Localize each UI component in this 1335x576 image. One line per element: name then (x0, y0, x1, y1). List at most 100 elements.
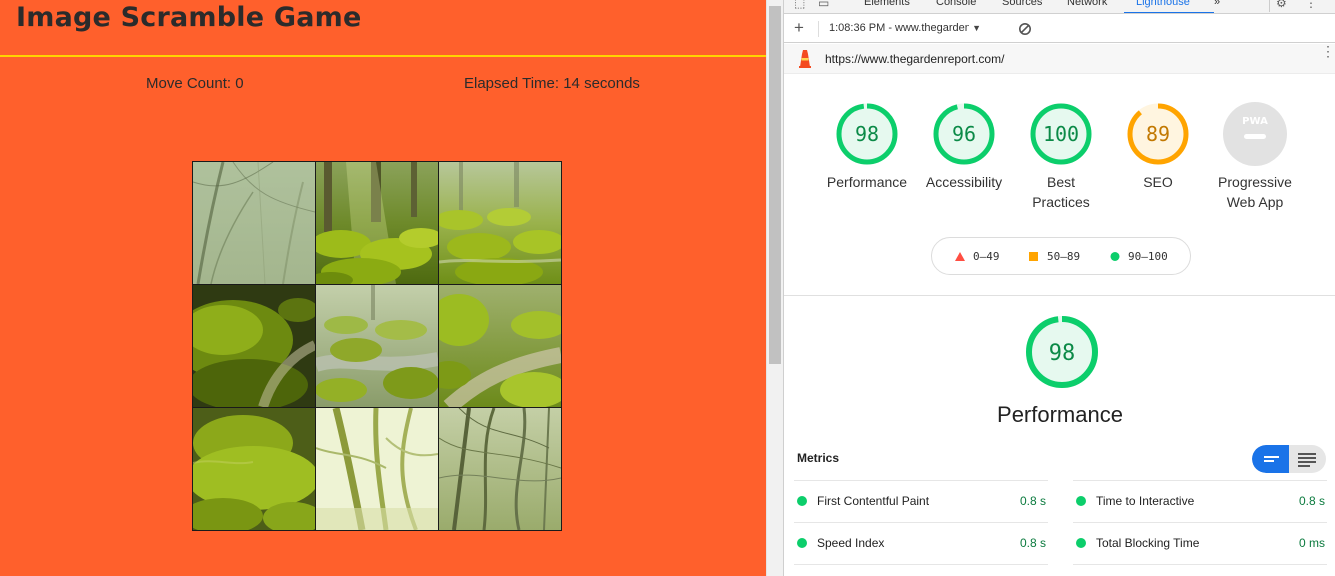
puzzle-tile-3[interactable] (439, 162, 561, 284)
category-gauge-pwa[interactable]: PWA Progressive Web App (1207, 101, 1303, 212)
puzzle-tile-9[interactable] (439, 408, 561, 530)
square-icon (1029, 252, 1038, 261)
game-page: Image Scramble Game Move Count: 0 Elapse… (0, 0, 766, 576)
add-report-icon[interactable]: + (794, 18, 804, 38)
move-count: Move Count: 0 (146, 75, 244, 92)
metric-speed-index: Speed Index 0.8 s (794, 522, 1048, 564)
expanded-view-button[interactable] (1289, 445, 1326, 473)
puzzle-tile-4[interactable] (193, 285, 315, 407)
puzzle-tile-2[interactable] (316, 162, 438, 284)
lighthouse-logo-icon (799, 50, 811, 68)
devtools-panel: ⬚ ▭ Elements Console Sources Network Lig… (783, 0, 1335, 576)
gauge-label: Best Practices (1013, 172, 1109, 212)
elapsed-time: Elapsed Time: 14 seconds (464, 75, 640, 92)
metric-value: 0.8 s (1298, 494, 1325, 508)
report-select[interactable]: 1:08:36 PM - www.thegardenre ▼ (829, 22, 989, 34)
metric-total-blocking-time: Total Blocking Time 0 ms (1073, 522, 1327, 564)
inspect-element-icon[interactable]: ⬚ (794, 0, 805, 10)
legend-range: 90–100 (1128, 250, 1168, 263)
report-menu-icon[interactable]: ⋮ (1321, 44, 1335, 58)
gauge-score: 96 (952, 122, 976, 146)
gauge-label-text: Progressive Web App (1218, 174, 1292, 210)
performance-score: 98 (1049, 341, 1076, 366)
category-gauge-accessibility[interactable]: 96 Accessibility (916, 101, 1012, 192)
tab-lighthouse[interactable]: Lighthouse (1136, 0, 1190, 8)
puzzle-tile-1[interactable] (193, 162, 315, 284)
metric-name: First Contentful Paint (817, 494, 930, 508)
tile-image (316, 408, 438, 530)
tab-network[interactable]: Network (1067, 0, 1107, 8)
gauge-label: Performance (826, 174, 908, 190)
triangle-icon (955, 252, 965, 261)
report-url[interactable]: https://www.thegardenreport.com/ (825, 52, 1004, 66)
metric-divider (1073, 564, 1327, 565)
tile-image (316, 285, 438, 407)
page-scrollbar[interactable] (766, 0, 783, 576)
metric-name: Speed Index (817, 536, 885, 550)
pwa-badge-icon: PWA (1223, 102, 1287, 166)
gauge-ring: 98 (836, 103, 898, 165)
tile-image (439, 285, 561, 407)
score-legend: 0–49 50–89 90–100 (931, 237, 1191, 275)
metric-name: Time to Interactive (1096, 494, 1195, 508)
metrics-heading: Metrics (797, 451, 840, 465)
gauge-ring: 89 (1127, 103, 1189, 165)
metric-name: Total Blocking Time (1096, 536, 1200, 550)
report-url-bar: https://www.thegardenreport.com/ ⋮ (784, 44, 1335, 74)
gauge-score: 98 (855, 122, 879, 146)
tile-image (316, 162, 438, 284)
tab-elements[interactable]: Elements (864, 0, 910, 8)
gauge-label: Progressive Web App (1207, 172, 1303, 212)
gauge-label: Accessibility (925, 174, 1003, 190)
puzzle-tile-5[interactable] (316, 285, 438, 407)
settings-gear-icon[interactable]: ⚙ (1276, 0, 1287, 10)
expanded-lines-icon (1298, 453, 1316, 467)
pwa-badge-text: PWA (1242, 116, 1268, 127)
device-toolbar-icon[interactable]: ▭ (818, 0, 829, 10)
circle-icon (1110, 252, 1120, 261)
category-gauge-seo[interactable]: 89 SEO (1110, 101, 1206, 192)
tile-image (193, 162, 315, 284)
pass-circle-icon (1076, 496, 1086, 506)
puzzle-tile-8[interactable] (316, 408, 438, 530)
compact-view-button[interactable] (1252, 445, 1289, 473)
active-tab-indicator (1124, 12, 1214, 13)
scrollbar-thumb[interactable] (769, 6, 781, 364)
section-divider (784, 295, 1335, 296)
toolbar-divider (1269, 0, 1270, 12)
devtools-tabbar: ⬚ ▭ Elements Console Sources Network Lig… (784, 0, 1335, 14)
gauge-ring: 100 (1030, 103, 1092, 165)
pass-circle-icon (797, 496, 807, 506)
legend-range: 0–49 (973, 250, 1000, 263)
performance-gauge: 98 (1026, 316, 1098, 388)
gauge-ring: 96 (933, 103, 995, 165)
gauge-label: SEO (1143, 174, 1173, 190)
puzzle-tile-7[interactable] (193, 408, 315, 530)
category-gauge-best-practices[interactable]: 100 Best Practices (1013, 101, 1109, 212)
puzzle-board (192, 161, 562, 531)
metrics-view-toggle[interactable] (1252, 445, 1326, 473)
lighthouse-toolbar: + 1:08:36 PM - www.thegardenre ▼ (784, 15, 1335, 43)
metric-first-contentful-paint: First Contentful Paint 0.8 s (794, 480, 1048, 522)
tile-image (193, 408, 315, 530)
gauge-score: 100 (1043, 122, 1079, 146)
metric-value: 0 ms (1298, 536, 1325, 550)
performance-title: Performance (997, 402, 1123, 427)
tile-image (439, 408, 561, 530)
clear-reports-icon[interactable] (1018, 22, 1032, 36)
compact-lines-icon (1264, 456, 1279, 462)
tile-image (439, 162, 561, 284)
tile-image (193, 285, 315, 407)
tab-console[interactable]: Console (936, 0, 976, 8)
category-gauge-performance[interactable]: 98 Performance (819, 101, 915, 192)
more-tabs-icon[interactable]: » (1214, 0, 1220, 8)
puzzle-tile-6[interactable] (439, 285, 561, 407)
gauge-label-text: Best Practices (1032, 174, 1090, 210)
metric-value: 0.8 s (1019, 536, 1046, 550)
metric-time-to-interactive: Time to Interactive 0.8 s (1073, 480, 1327, 522)
header-divider (0, 55, 766, 57)
pass-circle-icon (797, 538, 807, 548)
devtools-menu-icon[interactable]: ⋮ (1305, 0, 1317, 10)
metric-value: 0.8 s (1019, 494, 1046, 508)
tab-sources[interactable]: Sources (1002, 0, 1042, 8)
